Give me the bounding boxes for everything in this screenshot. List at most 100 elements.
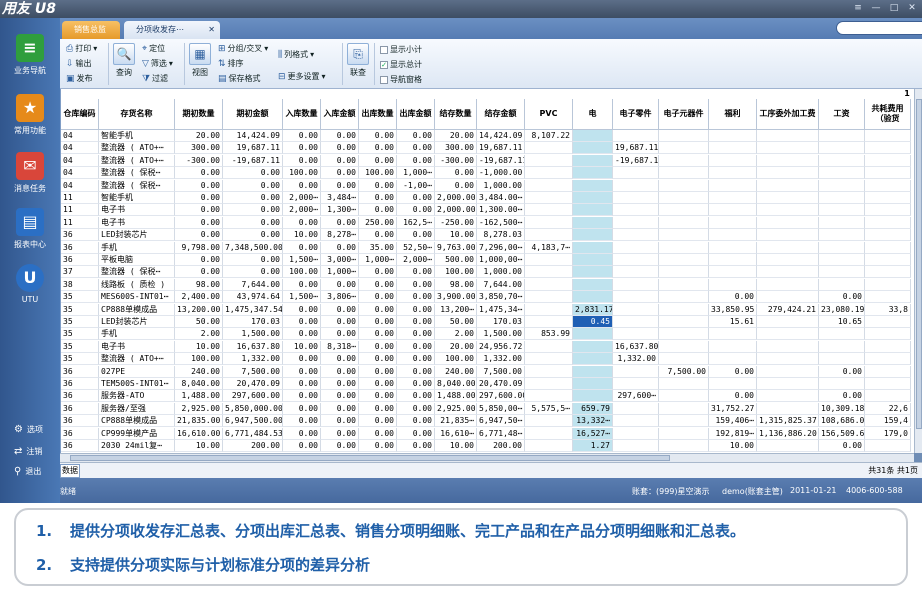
table-cell[interactable]: 8,040.00 bbox=[175, 378, 223, 390]
table-cell[interactable] bbox=[573, 204, 613, 217]
table-cell[interactable]: 0.00 bbox=[321, 167, 359, 180]
table-cell[interactable]: 0.00 bbox=[283, 278, 321, 291]
table-cell[interactable] bbox=[613, 402, 659, 415]
vertical-scrollbar[interactable] bbox=[914, 89, 922, 453]
table-cell[interactable] bbox=[865, 130, 911, 142]
column-header[interactable]: 存货名称 bbox=[99, 99, 175, 130]
table-cell[interactable]: 0.00 bbox=[397, 303, 435, 316]
table-cell[interactable]: 0.00 bbox=[283, 427, 321, 440]
table-cell[interactable]: 3,850,70⋯ bbox=[477, 291, 525, 304]
sort-button[interactable]: ⇅ 排序 bbox=[218, 58, 244, 69]
tab-item-inventory-summary[interactable]: 分项收发存⋯ ✕ bbox=[124, 21, 220, 39]
maximize-icon[interactable]: □ bbox=[888, 3, 900, 14]
table-cell[interactable]: 20,470.09 bbox=[477, 378, 525, 390]
table-cell[interactable]: CP888单模成品 bbox=[99, 415, 175, 428]
table-cell[interactable]: 0.00 bbox=[283, 415, 321, 428]
table-cell[interactable]: 0.00 bbox=[283, 316, 321, 328]
table-cell[interactable]: 0.00 bbox=[397, 204, 435, 217]
table-cell[interactable]: 手机 bbox=[99, 241, 175, 254]
table-cell[interactable] bbox=[865, 254, 911, 266]
table-cell[interactable]: 10.00 bbox=[283, 229, 321, 242]
table-cell[interactable] bbox=[865, 179, 911, 192]
table-cell[interactable]: 0.00 bbox=[223, 167, 283, 180]
table-cell[interactable] bbox=[819, 216, 865, 229]
table-cell[interactable] bbox=[757, 390, 819, 403]
table-cell[interactable]: 0.00 bbox=[397, 440, 435, 452]
table-cell[interactable]: 35 bbox=[61, 328, 99, 341]
table-cell[interactable]: -19,687.11 bbox=[223, 154, 283, 167]
table-cell[interactable]: 1,000,00⋯ bbox=[477, 254, 525, 266]
column-header[interactable]: 出库数量 bbox=[359, 99, 397, 130]
table-cell[interactable]: 0.00 bbox=[283, 378, 321, 390]
table-cell[interactable]: 7,644.00 bbox=[477, 278, 525, 291]
nav-item-utu[interactable]: U UTU bbox=[0, 264, 60, 304]
logout-button[interactable]: ⇄ 注销 bbox=[14, 446, 42, 457]
table-cell[interactable]: 服务器/至强 bbox=[99, 402, 175, 415]
table-cell[interactable] bbox=[659, 204, 709, 217]
table-cell[interactable] bbox=[525, 229, 573, 242]
table-cell[interactable]: 9,763.00 bbox=[435, 241, 477, 254]
table-cell[interactable] bbox=[613, 316, 659, 328]
nav-item-messages[interactable]: ✉ 消息任务 bbox=[0, 152, 60, 194]
column-header[interactable]: PVC bbox=[525, 99, 573, 130]
table-cell[interactable]: MES600S-INT01⋯ bbox=[99, 291, 175, 304]
table-cell[interactable]: 0.00 bbox=[223, 216, 283, 229]
table-cell[interactable]: -19,687.11 bbox=[477, 154, 525, 167]
table-cell[interactable]: 100.00 bbox=[283, 167, 321, 180]
table-cell[interactable] bbox=[525, 254, 573, 266]
table-cell[interactable]: 0.00 bbox=[359, 316, 397, 328]
table-cell[interactable] bbox=[525, 204, 573, 217]
table-cell[interactable]: 0.00 bbox=[283, 328, 321, 341]
table-cell[interactable]: 0.00 bbox=[359, 266, 397, 279]
table-cell[interactable]: 0.00 bbox=[321, 328, 359, 341]
table-cell[interactable]: 0.00 bbox=[359, 192, 397, 204]
column-header[interactable]: 电子元器件 bbox=[659, 99, 709, 130]
table-cell[interactable]: 31,752.27 bbox=[709, 402, 757, 415]
table-cell[interactable]: 2,000⋯ bbox=[397, 254, 435, 266]
table-cell[interactable] bbox=[573, 390, 613, 403]
table-cell[interactable]: 0.00 bbox=[175, 192, 223, 204]
table-cell[interactable] bbox=[525, 340, 573, 353]
table-cell[interactable]: 35 bbox=[61, 353, 99, 366]
table-cell[interactable]: 0.00 bbox=[397, 328, 435, 341]
table-cell[interactable]: 8,040.00 bbox=[435, 378, 477, 390]
table-cell[interactable]: 1,000.00 bbox=[477, 179, 525, 192]
tab-sales-director[interactable]: 销售总监 bbox=[62, 21, 120, 39]
table-cell[interactable]: 19,687.11 bbox=[223, 142, 283, 155]
table-cell[interactable]: 50.00 bbox=[175, 316, 223, 328]
table-cell[interactable]: 8,278.03 bbox=[477, 229, 525, 242]
table-cell[interactable]: 0.00 bbox=[709, 390, 757, 403]
table-cell[interactable]: 108,686.02 bbox=[819, 415, 865, 428]
table-cell[interactable] bbox=[659, 154, 709, 167]
table-cell[interactable]: 279,424.21 bbox=[757, 303, 819, 316]
table-cell[interactable]: 6,771,484.53 bbox=[223, 427, 283, 440]
table-cell[interactable]: 0.00 bbox=[359, 303, 397, 316]
table-cell[interactable]: 2,000.00 bbox=[435, 204, 477, 217]
table-cell[interactable] bbox=[525, 192, 573, 204]
table-cell[interactable]: 0.00 bbox=[321, 378, 359, 390]
view-button[interactable]: ▦ 视图 bbox=[188, 43, 212, 78]
table-cell[interactable] bbox=[613, 216, 659, 229]
table-cell[interactable]: 16,637.80 bbox=[223, 340, 283, 353]
table-cell[interactable]: 智能手机 bbox=[99, 130, 175, 142]
table-cell[interactable]: 0.00 bbox=[819, 291, 865, 304]
table-cell[interactable]: 0.00 bbox=[359, 142, 397, 155]
table-cell[interactable] bbox=[709, 204, 757, 217]
table-cell[interactable] bbox=[525, 278, 573, 291]
table-cell[interactable]: 0.00 bbox=[397, 192, 435, 204]
table-cell[interactable]: 0.00 bbox=[321, 440, 359, 452]
table-cell[interactable]: 3,900.00 bbox=[435, 291, 477, 304]
table-cell[interactable] bbox=[573, 167, 613, 180]
table-cell[interactable]: 20.00 bbox=[435, 130, 477, 142]
table-cell[interactable]: 0.00 bbox=[223, 204, 283, 217]
table-cell[interactable] bbox=[819, 154, 865, 167]
table-cell[interactable]: 0.00 bbox=[321, 415, 359, 428]
column-header[interactable]: 工序委外加工费 bbox=[757, 99, 819, 130]
table-cell[interactable] bbox=[757, 130, 819, 142]
table-cell[interactable] bbox=[819, 204, 865, 217]
table-cell[interactable]: 0.00 bbox=[359, 229, 397, 242]
table-cell[interactable]: 0.00 bbox=[321, 130, 359, 142]
table-cell[interactable] bbox=[613, 229, 659, 242]
column-header[interactable]: 入库数量 bbox=[283, 99, 321, 130]
table-cell[interactable]: 16,637.80 bbox=[613, 340, 659, 353]
